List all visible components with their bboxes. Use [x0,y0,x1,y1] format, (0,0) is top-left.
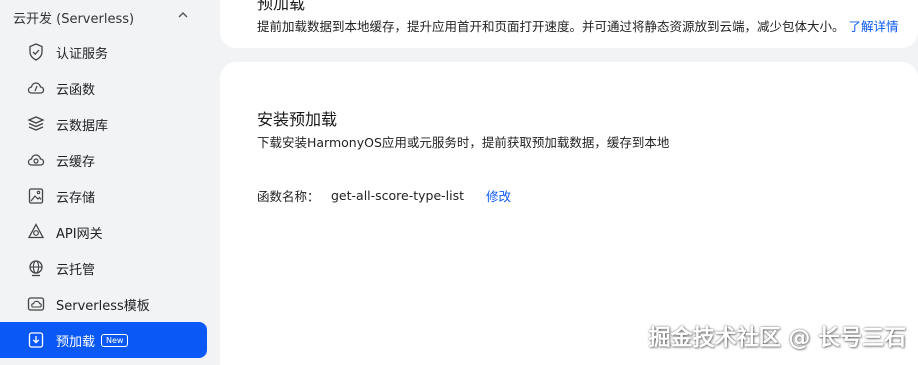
image-storage-icon [26,186,46,206]
preload-info-card: 预加载 提前加载数据到本地缓存，提升应用首开和页面打开速度。并可通过将静态资源放… [220,0,918,48]
cloud-template-icon [26,294,46,314]
section-description: 下载安装HarmonyOS应用或元服务时，提前获取预加载数据，缓存到本地 [257,135,670,150]
sidebar-item-label: 云托管 [56,262,96,278]
sidebar-item-preload[interactable]: 预加载 New [0,322,207,358]
sidebar-item-storage[interactable]: 云存储 [0,178,207,214]
sidebar-item-label: 云存储 [56,190,96,206]
sidebar-item-database[interactable]: 云数据库 [0,106,207,142]
sidebar-item-label: Serverless模板 [56,298,150,314]
sidebar: 云开发 (Serverless) 认证服务 云函数 云数据库 云缓存 云存储 A… [0,0,220,365]
edit-function-button[interactable]: 修改 [486,186,511,205]
shield-check-icon [26,42,46,62]
function-name-row: 函数名称： get-all-score-type-list 修改 [257,186,511,205]
section-title: 安装预加载 [257,110,338,129]
function-name-label: 函数名称： [257,189,320,204]
database-icon [26,114,46,134]
api-gateway-icon [26,222,46,242]
download-icon [26,330,46,350]
sidebar-group-label: 云开发 (Serverless) [13,11,135,27]
sidebar-item-cache[interactable]: 云缓存 [0,142,207,178]
chevron-up-icon[interactable] [177,9,189,21]
watermark: 掘金技术社区 @ 长号三石 [648,326,906,351]
sidebar-item-label: 认证服务 [56,46,109,62]
sidebar-item-label: 云缓存 [56,154,96,170]
sidebar-item-label: 云函数 [56,82,96,98]
globe-hosting-icon [26,258,46,278]
function-name-value: get-all-score-type-list [331,188,465,203]
new-badge: New [101,333,129,347]
sidebar-item-cloud-function[interactable]: 云函数 [0,70,207,106]
sidebar-item-label: 预加载 [56,334,96,350]
sidebar-group-serverless[interactable]: 云开发 (Serverless) [0,0,220,34]
page-description-text: 提前加载数据到本地缓存，提升应用首开和页面打开速度。并可通过将静态资源放到云端，… [257,19,845,34]
page-title: 预加载 [257,0,306,13]
sidebar-item-api-gateway[interactable]: API网关 [0,214,207,250]
app-root: 云开发 (Serverless) 认证服务 云函数 云数据库 云缓存 云存储 A… [0,0,918,365]
sidebar-item-auth[interactable]: 认证服务 [0,34,207,70]
sidebar-item-label: 云数据库 [56,118,109,134]
sidebar-item-hosting[interactable]: 云托管 [0,250,207,286]
learn-more-link[interactable]: 了解详情 [849,19,899,34]
cloud-cache-icon [26,150,46,170]
sidebar-item-serverless-template[interactable]: Serverless模板 [0,286,207,322]
page-description: 提前加载数据到本地缓存，提升应用首开和页面打开速度。并可通过将静态资源放到云端，… [257,16,899,35]
sidebar-item-label: API网关 [56,226,103,242]
cloud-function-icon [26,78,46,98]
